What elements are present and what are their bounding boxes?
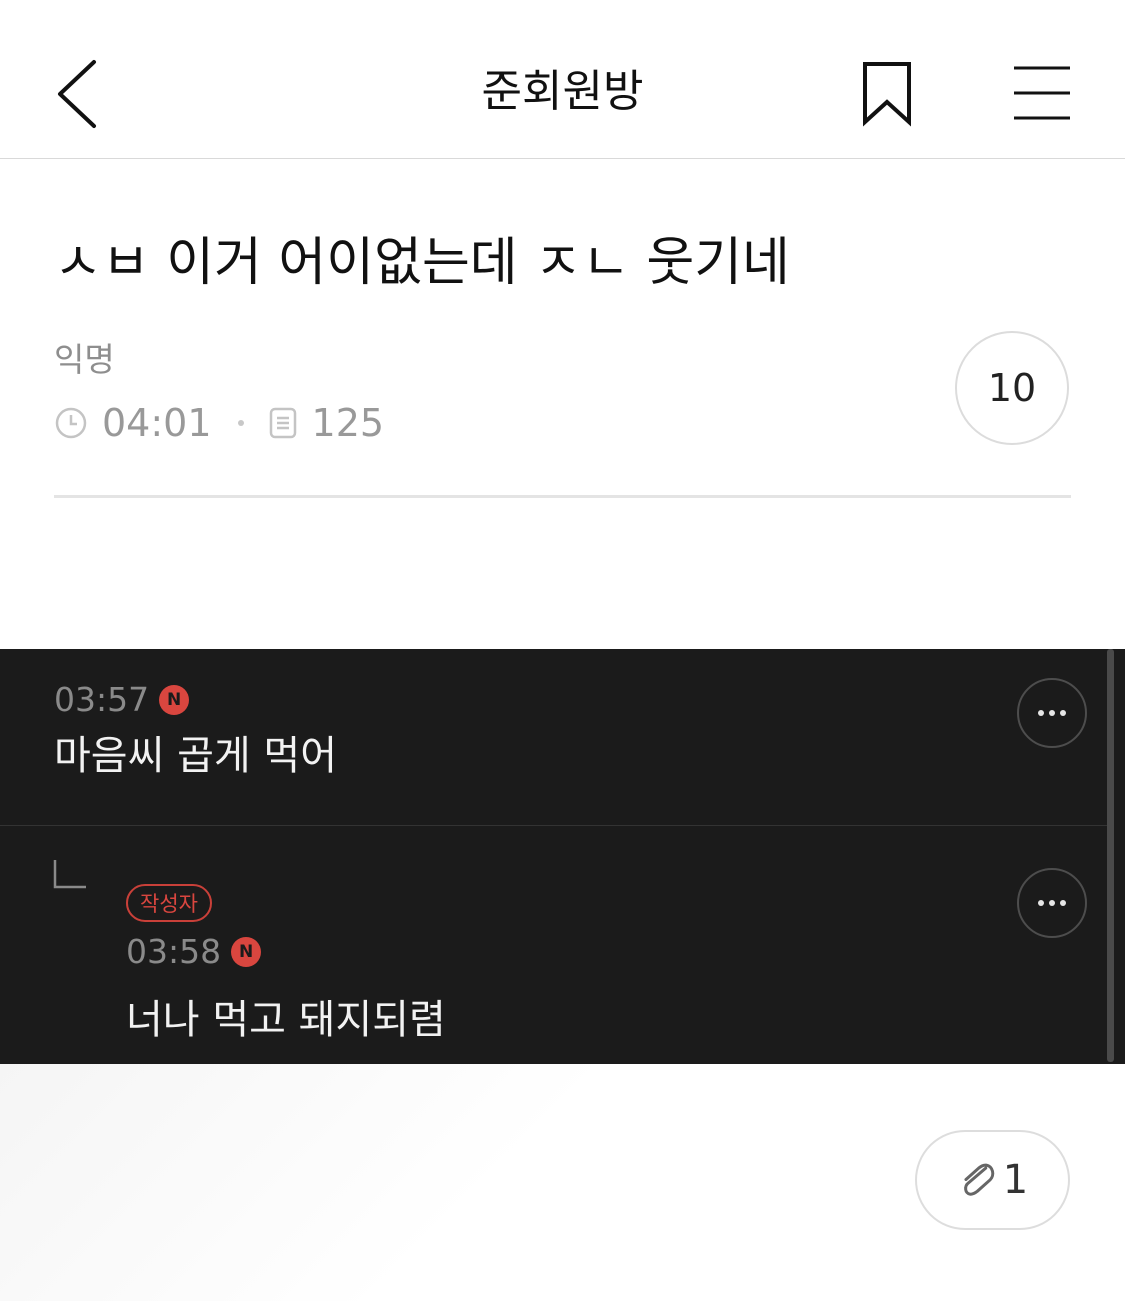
- scrollbar[interactable]: [1107, 649, 1114, 1062]
- reply-text: 너나 먹고 돼지되렴: [126, 997, 446, 1043]
- reply-more-button[interactable]: [1017, 868, 1087, 938]
- comment-text: 마음씨 곱게 먹어: [54, 733, 338, 779]
- comment-separator: [0, 825, 1107, 826]
- new-badge: N: [159, 685, 190, 715]
- new-badge: N: [231, 937, 262, 967]
- comment-count-button[interactable]: 10: [955, 331, 1069, 445]
- post-author: 익명: [54, 340, 115, 379]
- reply-time-text: 03:58: [126, 932, 222, 971]
- bookmark-button[interactable]: [856, 58, 918, 130]
- bookmark-icon: [863, 62, 911, 127]
- post-time: 04:01: [102, 401, 212, 445]
- comment-time: 03:57 N: [54, 680, 190, 720]
- reply-time: 03:58 N: [126, 932, 262, 972]
- paperclip-icon: [963, 1163, 995, 1196]
- attachment-count: 1: [1002, 1157, 1029, 1203]
- author-badge: 작성자: [126, 884, 212, 922]
- more-icon: [1038, 900, 1066, 906]
- divider: [54, 495, 1071, 498]
- post-meta: 04:01 125: [54, 398, 384, 448]
- comment-more-button[interactable]: [1017, 678, 1087, 748]
- attachment-button[interactable]: 1: [915, 1130, 1070, 1230]
- comment-time-text: 03:57: [54, 680, 150, 719]
- clock-icon: [55, 407, 87, 439]
- post-views: 125: [311, 401, 385, 445]
- document-icon: [269, 407, 296, 439]
- app-header: 준회원방: [0, 0, 1125, 159]
- meta-separator: [237, 420, 244, 426]
- hamburger-menu-icon: [1014, 66, 1070, 120]
- post-title: ㅅㅂ 이거 어이없는데 ㅈㄴ 웃기네: [54, 233, 790, 293]
- page-title: 준회원방: [481, 66, 644, 117]
- menu-button[interactable]: [1008, 60, 1078, 126]
- more-icon: [1038, 710, 1066, 716]
- reply-arrow-icon: [53, 860, 86, 889]
